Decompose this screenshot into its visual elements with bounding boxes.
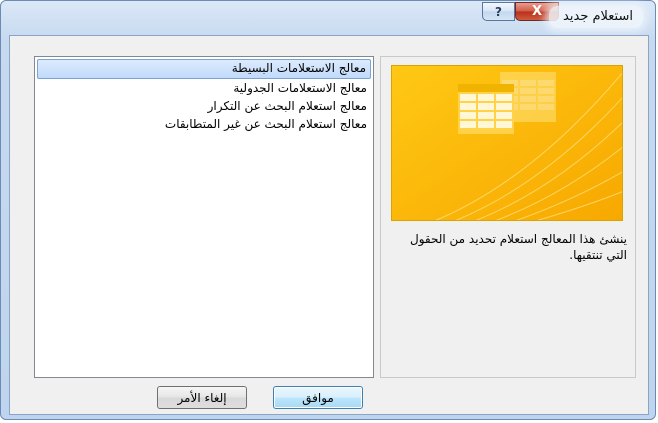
query-wizard-illustration-icon (391, 65, 623, 221)
list-item-find-duplicates-wizard[interactable]: معالج استعلام البحث عن التكرار (37, 97, 371, 115)
new-query-dialog: ? X استعلام جديد ينشئ هذا المعالج استعلا… (0, 0, 658, 423)
dialog-title: استعلام جديد (549, 6, 643, 28)
help-button[interactable]: ? (482, 2, 515, 21)
help-icon: ? (495, 4, 502, 19)
wizard-description: ينشئ هذا المعالج استعلام تحديد من الحقول… (410, 232, 627, 262)
list-item-crosstab-query-wizard[interactable]: معالج الاستعلامات الجدولية (37, 79, 371, 97)
ok-button[interactable]: موافق (273, 386, 363, 409)
wizard-listbox[interactable]: معالج الاستعلامات البسيطة معالج الاستعلا… (34, 56, 374, 378)
list-item-simple-query-wizard[interactable]: معالج الاستعلامات البسيطة (37, 59, 371, 79)
dialog-frame: ? X استعلام جديد ينشئ هذا المعالج استعلا… (0, 0, 656, 420)
cancel-button[interactable]: إلغاء الأمر (157, 386, 247, 409)
list-item-find-unmatched-wizard[interactable]: معالج استعلام البحث عن غير المتطابقات (37, 115, 371, 133)
preview-panel: ينشئ هذا المعالج استعلام تحديد من الحقول… (380, 56, 636, 378)
title-bar[interactable]: ? X استعلام جديد (1, 1, 657, 35)
dialog-client-area: ينشئ هذا المعالج استعلام تحديد من الحقول… (9, 35, 649, 415)
close-icon: X (531, 4, 543, 19)
